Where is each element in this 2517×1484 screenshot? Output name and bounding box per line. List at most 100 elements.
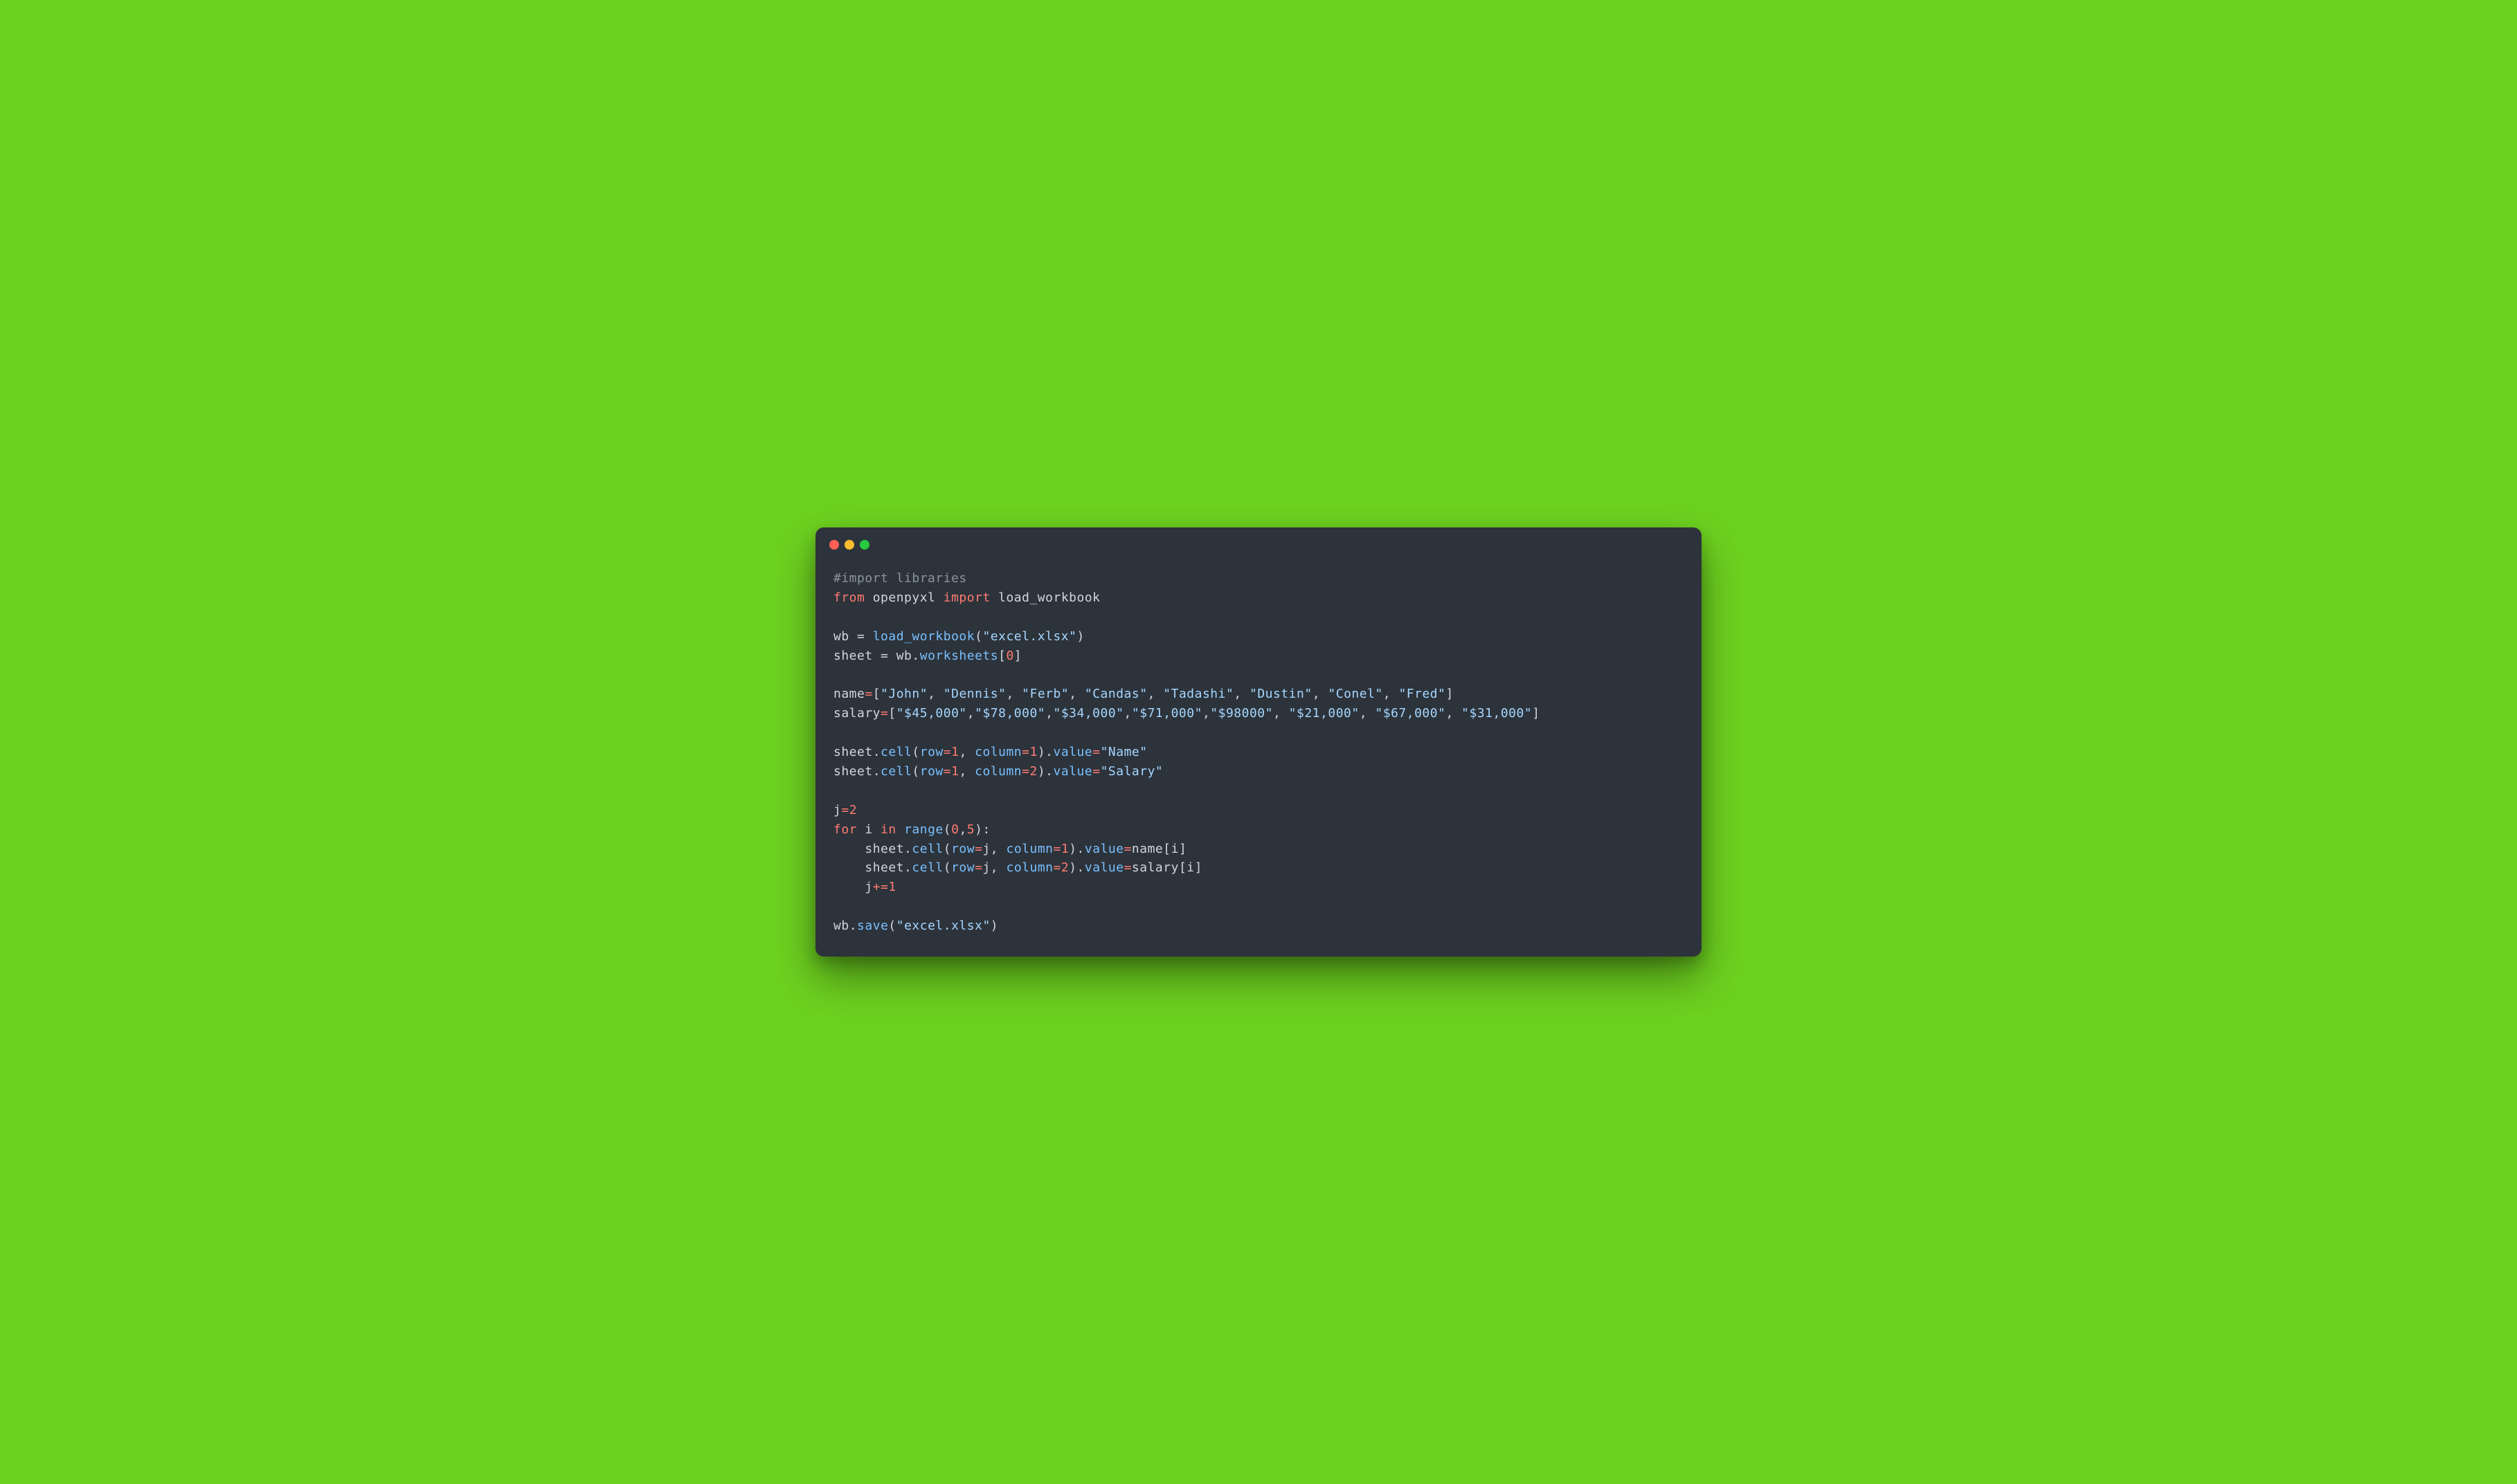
- code-number: 1: [1030, 745, 1038, 759]
- code-attribute: value: [1054, 764, 1093, 779]
- code-number: 1: [888, 880, 896, 894]
- code-identifier: wb: [833, 919, 849, 933]
- code-string: "Ferb": [1022, 687, 1069, 701]
- code-number: 1: [951, 745, 959, 759]
- code-kwarg: column: [1006, 860, 1053, 875]
- code-operator: =: [1022, 745, 1029, 759]
- code-kwarg: row: [951, 842, 975, 856]
- code-bracket: ]: [1532, 706, 1540, 721]
- code-string: "Dennis": [944, 687, 1007, 701]
- code-number: 1: [1061, 842, 1069, 856]
- code-keyword: import: [944, 590, 991, 605]
- code-number: 5: [967, 822, 975, 837]
- code-operator: =: [944, 764, 951, 779]
- code-kwarg: column: [975, 764, 1022, 779]
- code-function: load_workbook: [873, 629, 975, 644]
- code-identifier: name: [833, 687, 865, 701]
- code-string: "$21,000": [1289, 706, 1360, 721]
- code-paren: ):: [975, 822, 991, 837]
- code-keyword: from: [833, 590, 865, 605]
- code-kwarg: column: [1006, 842, 1053, 856]
- code-attribute: value: [1054, 745, 1093, 759]
- code-dot: .: [912, 649, 919, 663]
- code-string: "$45,000": [896, 706, 967, 721]
- code-block: #import libraries from openpyxl import l…: [815, 555, 1702, 957]
- code-comment: #import libraries: [833, 571, 967, 586]
- code-string: "Fred": [1398, 687, 1445, 701]
- code-string: "John": [881, 687, 928, 701]
- code-operator: =: [1092, 745, 1100, 759]
- maximize-icon[interactable]: [860, 540, 869, 550]
- code-function: range: [904, 822, 944, 837]
- code-window: #import libraries from openpyxl import l…: [815, 527, 1702, 957]
- code-text: =: [849, 629, 873, 644]
- code-number: 2: [1030, 764, 1038, 779]
- code-keyword: in: [881, 822, 896, 837]
- code-string: "Tadashi": [1163, 687, 1234, 701]
- code-operator: =: [975, 842, 982, 856]
- code-attribute: worksheets: [920, 649, 998, 663]
- code-identifier: sheet: [865, 842, 904, 856]
- code-module: openpyxl: [873, 590, 936, 605]
- code-identifier: sheet: [865, 860, 904, 875]
- code-string: "$98000": [1210, 706, 1273, 721]
- code-operator: =: [1124, 842, 1132, 856]
- code-operator: =: [944, 745, 951, 759]
- code-method: save: [857, 919, 888, 933]
- code-operator: =: [1054, 842, 1061, 856]
- code-identifier: j: [982, 860, 990, 875]
- minimize-icon[interactable]: [845, 540, 854, 550]
- code-string: "Conel": [1328, 687, 1382, 701]
- code-string: "Salary": [1101, 764, 1164, 779]
- code-bracket: [: [873, 687, 881, 701]
- code-method: cell: [881, 764, 912, 779]
- window-titlebar: [815, 527, 1702, 555]
- code-indent: [833, 860, 865, 875]
- code-kwarg: row: [920, 745, 944, 759]
- code-string: "Dustin": [1250, 687, 1312, 701]
- code-string: "$34,000": [1054, 706, 1124, 721]
- code-string: "excel.xlsx": [982, 629, 1076, 644]
- code-identifier: j: [833, 803, 841, 817]
- code-operator: +=: [873, 880, 889, 894]
- code-bracket: [: [888, 706, 896, 721]
- code-number: 1: [951, 764, 959, 779]
- code-identifier: i: [865, 822, 872, 837]
- close-icon[interactable]: [829, 540, 839, 550]
- code-method: cell: [881, 745, 912, 759]
- code-identifier: salary: [1132, 860, 1179, 875]
- code-paren: (: [975, 629, 982, 644]
- code-text: =: [873, 649, 896, 663]
- code-operator: =: [1054, 860, 1061, 875]
- code-operator: =: [865, 687, 872, 701]
- code-attribute: value: [1085, 860, 1124, 875]
- code-number: 0: [1006, 649, 1013, 663]
- code-bracket: ]: [1014, 649, 1022, 663]
- code-paren: ): [1076, 629, 1084, 644]
- code-identifier: load_workbook: [998, 590, 1100, 605]
- code-number: 0: [951, 822, 959, 837]
- code-keyword: for: [833, 822, 857, 837]
- code-indent: [833, 880, 865, 894]
- code-identifier: wb: [896, 649, 912, 663]
- code-string: "Candas": [1085, 687, 1148, 701]
- code-identifier: name: [1132, 842, 1163, 856]
- code-string: "Name": [1101, 745, 1148, 759]
- code-operator: =: [1022, 764, 1029, 779]
- code-number: 2: [1061, 860, 1069, 875]
- code-method: cell: [912, 860, 943, 875]
- code-comma: ,: [959, 822, 966, 837]
- code-string: "$78,000": [975, 706, 1045, 721]
- code-operator: =: [841, 803, 849, 817]
- code-bracket: [: [998, 649, 1006, 663]
- code-indent: [833, 842, 865, 856]
- code-kwarg: row: [920, 764, 944, 779]
- code-kwarg: row: [951, 860, 975, 875]
- code-kwarg: column: [975, 745, 1022, 759]
- code-method: cell: [912, 842, 943, 856]
- code-paren: (: [944, 822, 951, 837]
- code-operator: =: [1092, 764, 1100, 779]
- code-identifier: wb: [833, 629, 849, 644]
- code-identifier: sheet: [833, 649, 873, 663]
- code-identifier: sheet: [833, 764, 873, 779]
